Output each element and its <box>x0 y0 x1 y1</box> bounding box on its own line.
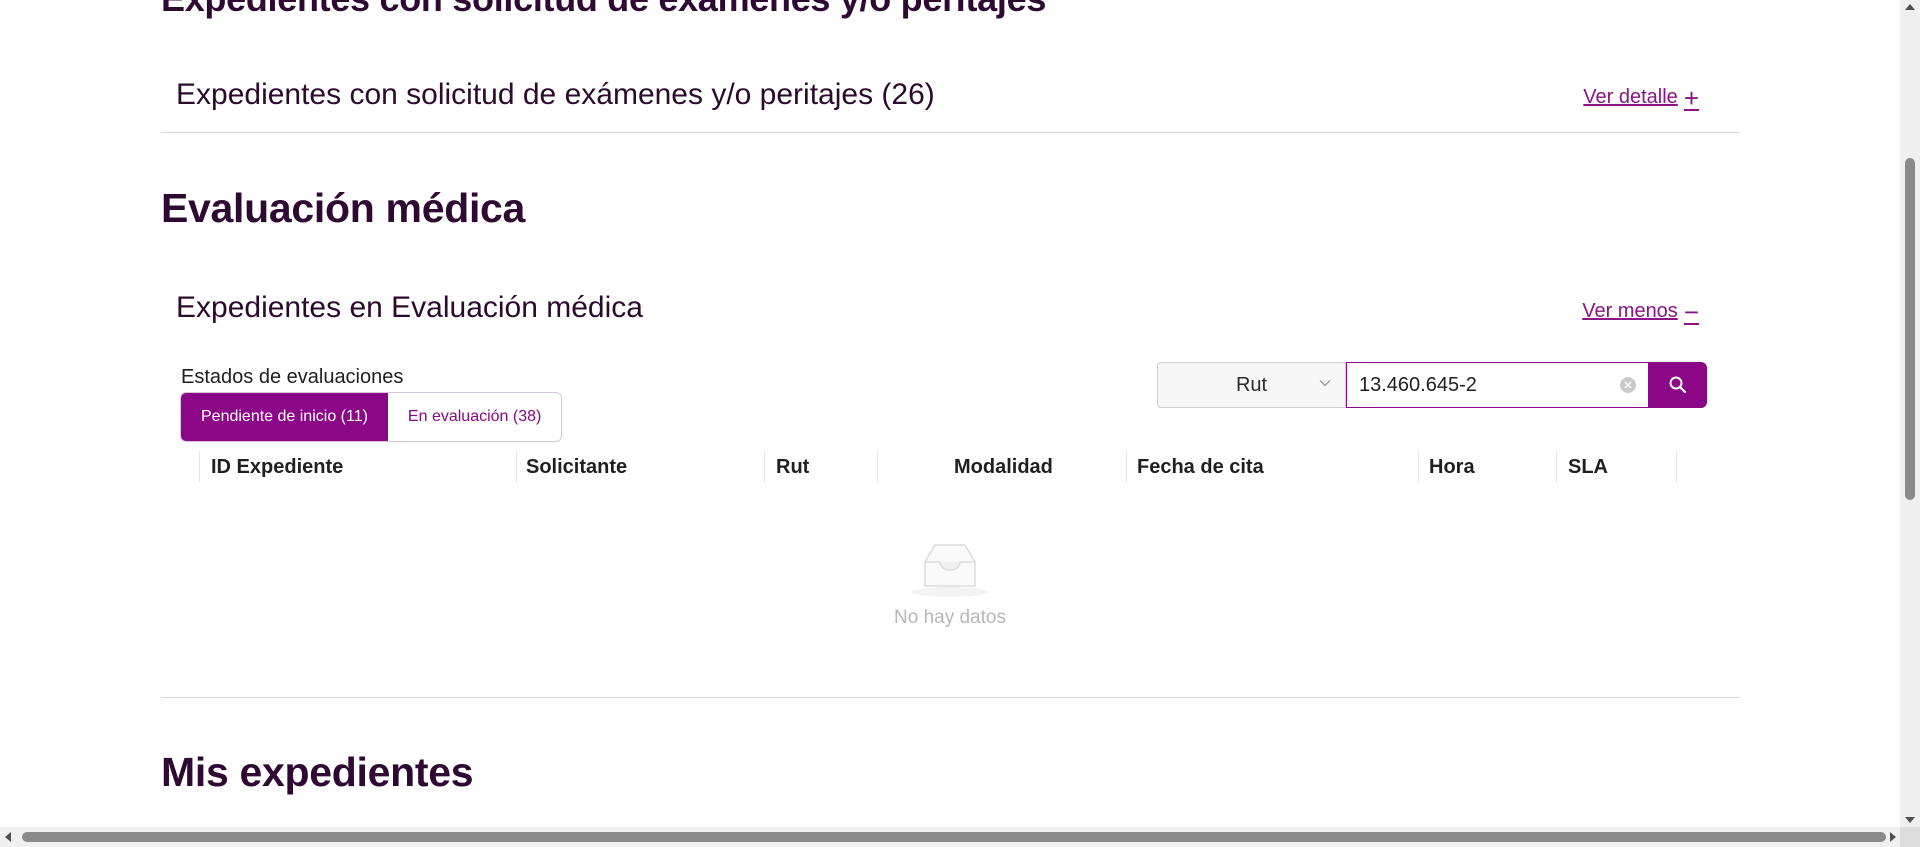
ver-detalle-link[interactable]: Ver detalle + <box>1583 82 1699 113</box>
column-separator <box>1418 451 1419 483</box>
search-type-value: Rut <box>1235 373 1268 396</box>
ver-detalle-label: Ver detalle <box>1583 86 1678 108</box>
column-separator <box>877 451 878 483</box>
search-filter: Rut <box>1157 362 1707 408</box>
vertical-scrollbar[interactable] <box>1900 0 1920 827</box>
column-header-solicitante[interactable]: Solicitante <box>526 450 627 484</box>
empty-inbox-icon <box>895 540 1005 605</box>
table-header: ID Expediente Solicitante Rut Modalidad … <box>199 450 1677 484</box>
panel-title-evaluacion: Expedientes en Evaluación médica <box>176 291 643 324</box>
column-header-hora[interactable]: Hora <box>1429 450 1475 484</box>
column-separator <box>516 451 517 483</box>
plus-icon: + <box>1683 82 1699 113</box>
tab-pendiente-de-inicio[interactable]: Pendiente de inicio (11) <box>181 393 388 441</box>
section-heading-evaluacion: Evaluación médica <box>161 185 526 231</box>
column-header-fecha-de-cita[interactable]: Fecha de cita <box>1137 450 1264 484</box>
search-button[interactable] <box>1649 362 1707 408</box>
scroll-left-icon[interactable] <box>5 832 11 842</box>
scroll-up-icon[interactable] <box>1905 4 1915 10</box>
divider <box>161 132 1740 133</box>
column-separator <box>1126 451 1127 483</box>
scrollbar-corner <box>1900 827 1920 847</box>
scroll-down-icon[interactable] <box>1905 817 1915 823</box>
vertical-scroll-thumb[interactable] <box>1905 158 1915 500</box>
minus-icon: − <box>1683 296 1699 327</box>
search-input-wrapper <box>1346 362 1649 408</box>
page: Expedientes con solicitud de exámenes y/… <box>0 0 1900 827</box>
column-header-modalidad[interactable]: Modalidad <box>954 450 1053 484</box>
divider <box>161 697 1740 698</box>
column-header-sla[interactable]: SLA <box>1568 450 1608 484</box>
horizontal-scrollbar[interactable] <box>0 827 1920 847</box>
chevron-down-icon <box>1319 380 1331 387</box>
ver-menos-label: Ver menos <box>1582 300 1678 322</box>
panel-title-examenes: Expedientes con solicitud de exámenes y/… <box>176 78 935 111</box>
search-type-select[interactable]: Rut <box>1157 362 1346 408</box>
column-header-rut[interactable]: Rut <box>776 450 809 484</box>
column-separator <box>764 451 765 483</box>
search-icon <box>1669 376 1687 394</box>
section-heading-examenes: Expedientes con solicitud de exámenes y/… <box>161 0 1046 20</box>
section-heading-mis-expedientes: Mis expedientes <box>161 749 474 795</box>
empty-state-text: No hay datos <box>894 607 1006 628</box>
tab-en-evaluacion[interactable]: En evaluación (38) <box>387 393 562 441</box>
scroll-right-icon[interactable] <box>1890 832 1896 842</box>
search-input[interactable] <box>1347 373 1607 397</box>
clear-icon[interactable] <box>1620 377 1636 393</box>
column-separator <box>199 451 200 483</box>
estado-tabs: Pendiente de inicio (11) En evaluación (… <box>180 392 563 442</box>
column-separator <box>1556 451 1557 483</box>
horizontal-scroll-thumb[interactable] <box>22 832 1886 842</box>
column-separator <box>1676 451 1677 483</box>
estados-label: Estados de evaluaciones <box>181 366 404 388</box>
ver-menos-link[interactable]: Ver menos − <box>1582 296 1699 327</box>
column-header-id-expediente[interactable]: ID Expediente <box>211 450 343 484</box>
